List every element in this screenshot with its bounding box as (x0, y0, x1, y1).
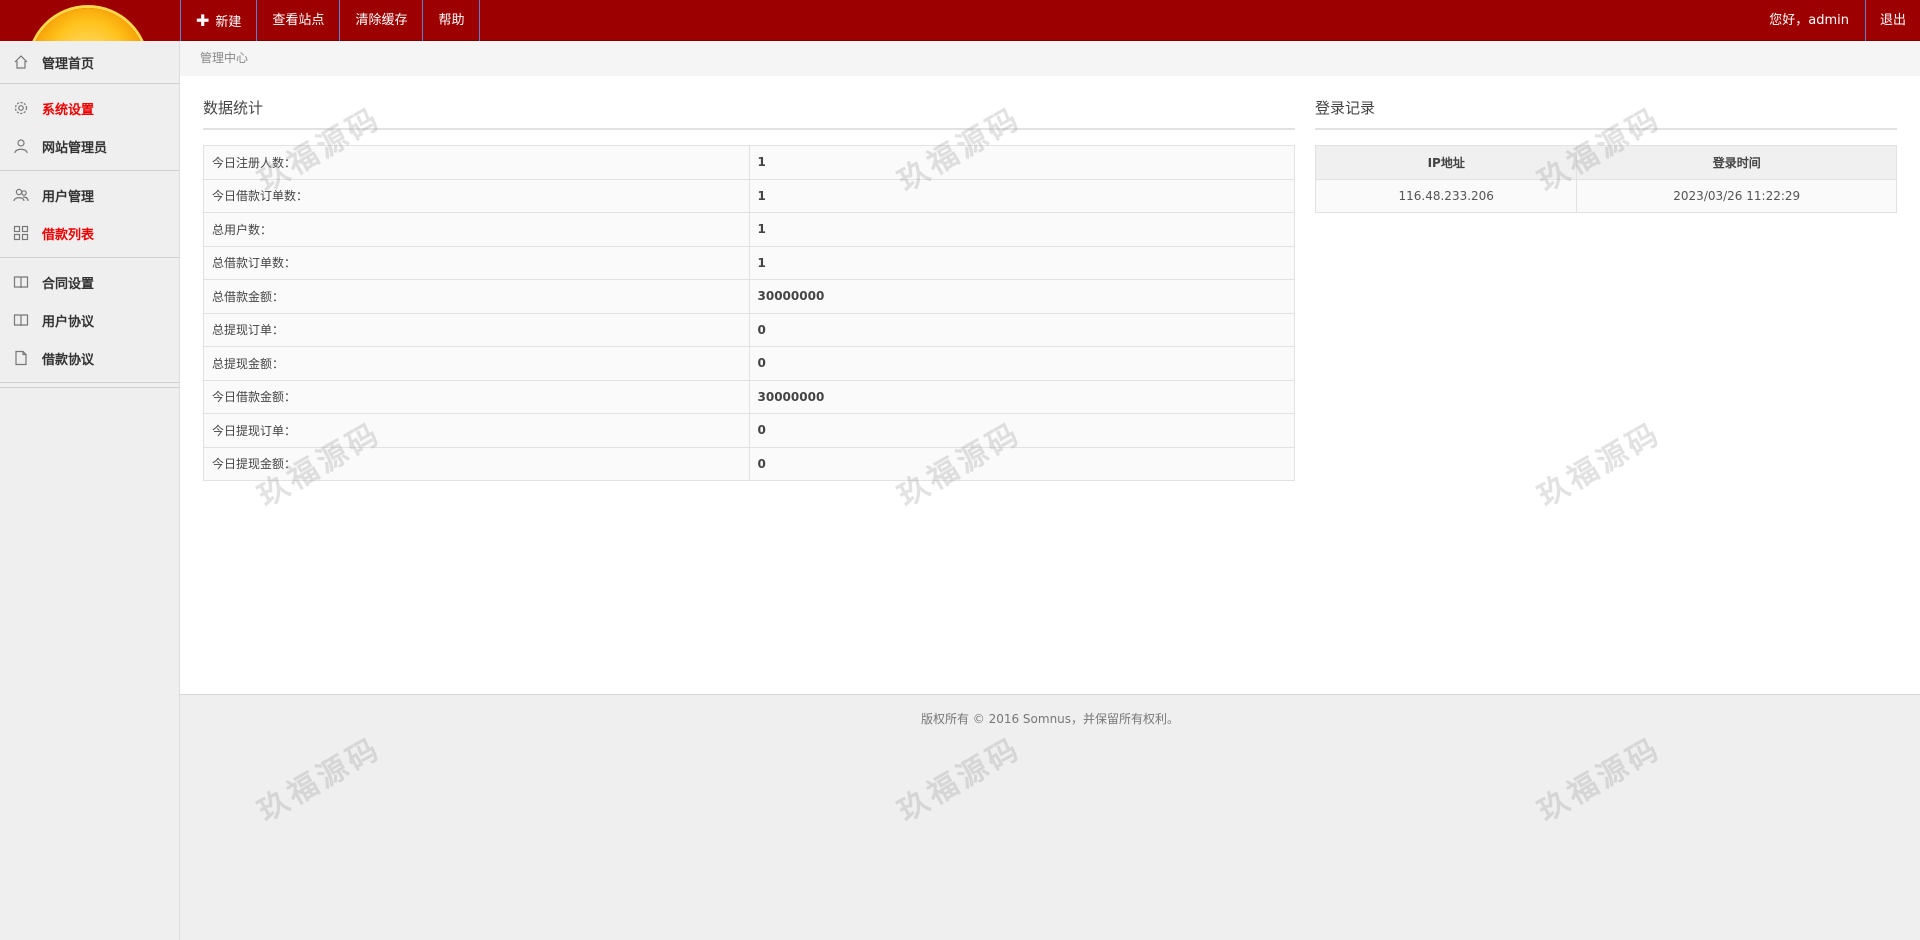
stat-value: 0 (748, 346, 1295, 381)
users-icon (12, 186, 30, 204)
table-row: 总提现订单： 0 (203, 312, 1295, 347)
login-records-panel: 登录记录 IP地址 登录时间 116.48.233.206 2023/03/26 … (1314, 97, 1897, 213)
table-row: 今日提现订单： 0 (203, 413, 1295, 448)
table-row: 今日借款订单数： 1 (203, 178, 1295, 213)
login-ip: 116.48.233.206 (1314, 179, 1578, 213)
sidebar-item-label: 管理首页 (42, 56, 95, 72)
sidebar-item-label: 借款列表 (42, 227, 95, 243)
stat-value: 0 (748, 312, 1295, 347)
column-header-ip: IP地址 (1314, 145, 1578, 180)
sidebar-item-user-management[interactable]: 用户管理 (0, 176, 179, 214)
sun-logo-icon (30, 8, 146, 41)
breadcrumb: 管理中心 (180, 41, 1920, 76)
sidebar-item-loan-agreement[interactable]: 借款协议 (0, 339, 179, 377)
stat-label: 今日提现订单： (203, 413, 750, 448)
divider (0, 257, 179, 258)
divider (0, 382, 179, 383)
clear-cache-button[interactable]: 清除缓存 (339, 0, 422, 41)
stat-label: 总借款订单数： (203, 245, 750, 280)
table-row: 总借款金额： 30000000 (203, 279, 1295, 314)
table-row: 116.48.233.206 2023/03/26 11:22:29 (1314, 179, 1897, 213)
stat-label: 总提现金额： (203, 346, 750, 381)
table-row: 今日借款金额： 30000000 (203, 379, 1295, 414)
stat-value: 30000000 (748, 379, 1295, 414)
greeting: 您好，admin (1769, 13, 1849, 28)
table-row: 今日提现金额： 0 (203, 446, 1295, 481)
logo[interactable] (0, 0, 180, 41)
book-icon (12, 311, 30, 329)
top-nav: ✚ 新建 查看站点 清除缓存 帮助 (180, 0, 481, 41)
stat-label: 总用户数： (203, 212, 750, 247)
stat-label: 今日提现金额： (203, 446, 750, 481)
help-button[interactable]: 帮助 (422, 0, 481, 41)
divider (0, 83, 179, 84)
table-row: 今日注册人数： 1 (203, 145, 1295, 180)
user-icon (12, 137, 30, 155)
watermark-text: 玖福源码 (1532, 730, 1668, 830)
table-row: 总借款订单数： 1 (203, 245, 1295, 280)
stats-table: 今日注册人数： 1 今日借款订单数： 1 总用户数： 1 总借款订单数： 1 总借款金额： 300… (203, 145, 1295, 481)
stat-value: 30000000 (748, 279, 1295, 314)
stat-label: 今日借款订单数： (203, 178, 750, 213)
table-row: 总用户数： 1 (203, 212, 1295, 247)
sidebar-item-loan-list[interactable]: 借款列表 (0, 214, 179, 252)
stat-value: 0 (748, 413, 1295, 448)
sidebar-item-label: 借款协议 (42, 352, 95, 368)
stat-value: 1 (748, 245, 1295, 280)
sidebar-item-user-agreement[interactable]: 用户协议 (0, 301, 179, 339)
login-time: 2023/03/26 11:22:29 (1576, 179, 1897, 213)
grid-icon (12, 224, 30, 242)
logout-button[interactable]: 退出 (1864, 0, 1920, 41)
plus-icon: ✚ (196, 11, 210, 30)
table-row: 总提现金额： 0 (203, 346, 1295, 381)
sidebar-item-label: 网站管理员 (42, 140, 108, 156)
stat-value: 1 (748, 145, 1295, 180)
sidebar-item-label: 用户管理 (42, 189, 95, 205)
stat-label: 总提现订单： (203, 312, 750, 347)
stat-value: 1 (748, 178, 1295, 213)
stats-panel: 数据统计 今日注册人数： 1 今日借款订单数： 1 总用户数： 1 总借款订单数： 1 总借款金… (203, 97, 1295, 481)
stat-label: 总借款金额： (203, 279, 750, 314)
sidebar-item-system-settings[interactable]: 系统设置 (0, 89, 179, 127)
sidebar-item-site-admin[interactable]: 网站管理员 (0, 127, 179, 165)
sidebar-item-label: 用户协议 (42, 314, 95, 330)
watermark-text: 玖福源码 (252, 730, 388, 830)
stats-title: 数据统计 (203, 97, 1295, 130)
table-header-row: IP地址 登录时间 (1314, 145, 1897, 180)
sidebar-item-label: 合同设置 (42, 276, 95, 292)
column-header-login-time: 登录时间 (1576, 145, 1897, 180)
stat-label: 今日借款金额： (203, 379, 750, 414)
footer: 版权所有 © 2016 Somnus，并保留所有权利。 (920, 712, 1180, 726)
home-icon (12, 53, 30, 71)
file-icon (12, 349, 30, 367)
login-records-title: 登录记录 (1315, 97, 1897, 130)
main-content: 管理中心 数据统计 今日注册人数： 1 今日借款订单数： 1 总用户数： 1 总借款订单数：… (180, 41, 1920, 695)
view-site-button[interactable]: 查看站点 (256, 0, 339, 41)
sidebar: 管理首页 系统设置 网站管理员 用户管理 借款列表 合同设置 用户协议 借款协议 (0, 41, 180, 940)
stat-value: 1 (748, 212, 1295, 247)
book-icon (12, 273, 30, 291)
gear-icon (12, 99, 30, 117)
top-right: 您好，admin 退出 (1753, 0, 1920, 41)
new-button[interactable]: ✚ 新建 (180, 0, 256, 41)
divider (0, 170, 179, 171)
stat-value: 0 (748, 446, 1295, 481)
sidebar-item-label: 系统设置 (42, 102, 95, 118)
stat-label: 今日注册人数： (203, 145, 750, 180)
watermark-text: 玖福源码 (892, 730, 1028, 830)
sidebar-item-contract-settings[interactable]: 合同设置 (0, 263, 179, 301)
divider (0, 387, 179, 388)
login-records-table: IP地址 登录时间 116.48.233.206 2023/03/26 11:22… (1314, 145, 1897, 213)
top-bar: ✚ 新建 查看站点 清除缓存 帮助 您好，admin 退出 (0, 0, 1920, 41)
sidebar-item-home[interactable]: 管理首页 (0, 43, 179, 81)
